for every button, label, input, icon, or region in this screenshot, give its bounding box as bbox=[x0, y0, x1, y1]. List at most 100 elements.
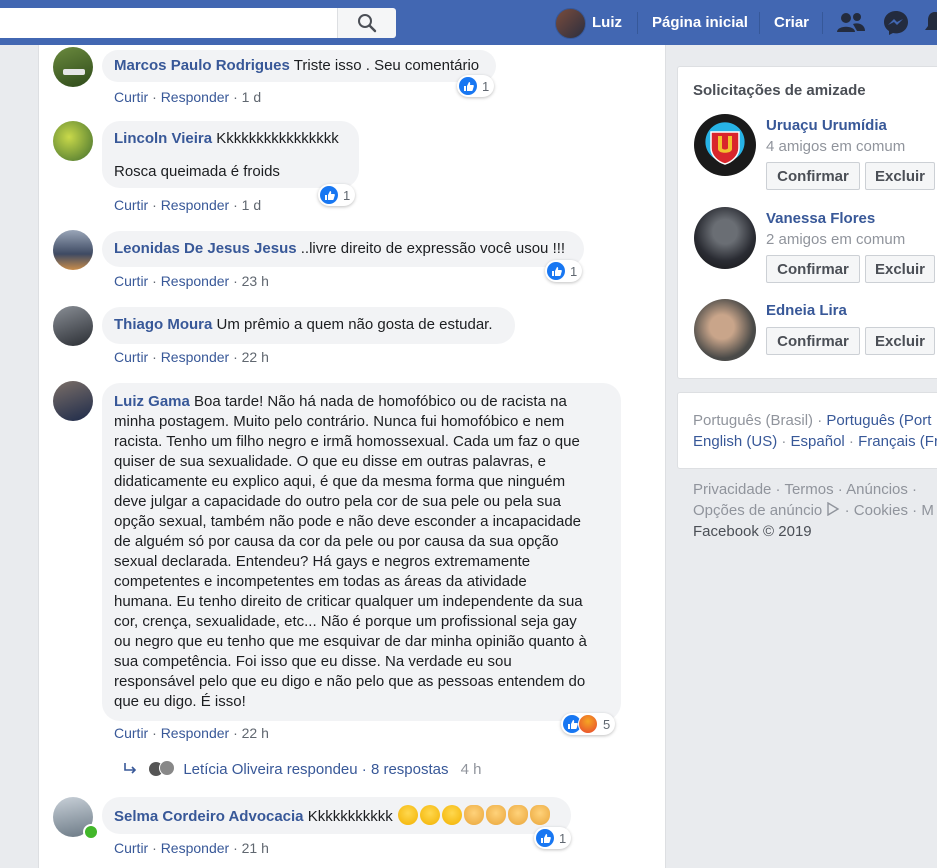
clapping-emoji-icon bbox=[529, 805, 550, 825]
like-link[interactable]: Curtir bbox=[114, 349, 148, 365]
like-reaction-icon bbox=[320, 186, 338, 204]
mutual-friends[interactable]: 4 amigos em comum bbox=[766, 138, 905, 155]
like-link[interactable]: Curtir bbox=[114, 273, 148, 289]
replies-link[interactable]: Letícia Oliveira respondeu · 8 respostas… bbox=[123, 760, 482, 778]
delete-button[interactable]: Excluir bbox=[865, 162, 935, 190]
privacy-link[interactable]: Privacidade bbox=[693, 481, 771, 498]
avatar[interactable] bbox=[53, 230, 93, 270]
comment-text-line: que eu digo. É isso! bbox=[114, 693, 246, 710]
reaction-count[interactable]: 1 bbox=[457, 75, 495, 97]
confirm-button[interactable]: Confirmar bbox=[766, 162, 860, 190]
friend-request-name[interactable]: Edneia Lira bbox=[766, 302, 847, 319]
search-icon bbox=[358, 14, 377, 33]
cookies-link[interactable]: Cookies bbox=[854, 502, 908, 519]
terms-link[interactable]: Termos bbox=[784, 481, 833, 498]
reaction-count[interactable]: 1 bbox=[534, 827, 572, 849]
language-link[interactable]: English (US) bbox=[693, 433, 777, 450]
avatar[interactable] bbox=[694, 299, 756, 361]
grinning-emoji-icon bbox=[419, 805, 440, 825]
reply-link[interactable]: Responder bbox=[161, 725, 230, 741]
create-link[interactable]: Criar bbox=[774, 14, 809, 31]
comment-bubble: Thiago Moura Um prêmio a quem não gosta … bbox=[102, 307, 515, 344]
comment-text-line: quiser de sua sexualidade. O que eu diss… bbox=[114, 453, 546, 470]
comment-author[interactable]: Marcos Paulo Rodrigues bbox=[114, 57, 290, 74]
like-link[interactable]: Curtir bbox=[114, 840, 148, 856]
friends-icon[interactable] bbox=[837, 10, 865, 36]
comment-text-line: didaticamente eu explico aqui, é que da … bbox=[114, 473, 566, 490]
delete-button[interactable]: Excluir bbox=[865, 255, 935, 283]
language-link[interactable]: Français (Fr bbox=[858, 433, 937, 450]
home-link[interactable]: Página inicial bbox=[652, 14, 748, 31]
comment-timestamp[interactable]: 1 d bbox=[242, 197, 261, 213]
copyright: Facebook © 2019 bbox=[693, 523, 812, 540]
comment-text: Kkkkkkkkkkkkkkkk bbox=[216, 130, 339, 147]
friend-request-name[interactable]: Vanessa Flores bbox=[766, 210, 875, 227]
reaction-count[interactable]: 1 bbox=[318, 184, 356, 206]
replies-summary[interactable]: Letícia Oliveira respondeu · 8 respostas bbox=[183, 761, 448, 778]
like-link[interactable]: Curtir bbox=[114, 725, 148, 741]
like-reaction-icon bbox=[459, 77, 477, 95]
reply-link[interactable]: Responder bbox=[161, 89, 230, 105]
comment-timestamp[interactable]: 23 h bbox=[242, 273, 269, 289]
comment-bubble: Selma Cordeiro Advocacia Kkkkkkkkkkk bbox=[102, 797, 571, 834]
reply-arrow-icon bbox=[124, 763, 137, 774]
avatar[interactable] bbox=[694, 114, 756, 176]
messenger-icon[interactable] bbox=[882, 9, 910, 37]
profile-link[interactable] bbox=[555, 7, 586, 39]
avatar bbox=[555, 7, 586, 39]
search-button[interactable] bbox=[337, 8, 396, 38]
comments-feed: Marcos Paulo Rodrigues Triste isso . Seu… bbox=[38, 45, 666, 868]
comment-timestamp[interactable]: 1 d bbox=[242, 89, 261, 105]
ad-choices-link[interactable]: Opções de anúncio bbox=[693, 502, 822, 519]
more-link[interactable]: M bbox=[921, 502, 934, 519]
clapping-emoji-icon bbox=[463, 805, 484, 825]
comment-author[interactable]: Thiago Moura bbox=[114, 316, 212, 333]
avatar[interactable] bbox=[53, 47, 93, 87]
avatar[interactable] bbox=[53, 306, 93, 346]
reply-link[interactable]: Responder bbox=[161, 197, 230, 213]
comment-text-line: racista. Tenho um filho negro e irmã hom… bbox=[114, 433, 580, 450]
profile-name[interactable]: Luiz bbox=[592, 14, 622, 31]
reply-link[interactable]: Responder bbox=[161, 840, 230, 856]
reply-link[interactable]: Responder bbox=[161, 273, 230, 289]
avatar[interactable] bbox=[53, 121, 93, 161]
ads-link[interactable]: Anúncios bbox=[846, 481, 908, 498]
friend-request-name[interactable]: Uruaçu Urumídia bbox=[766, 117, 887, 134]
confirm-button[interactable]: Confirmar bbox=[766, 327, 860, 355]
comment-timestamp[interactable]: 21 h bbox=[242, 840, 269, 856]
reaction-count[interactable]: 5 bbox=[561, 713, 616, 735]
mutual-friends[interactable]: 2 amigos em comum bbox=[766, 231, 905, 248]
search-input[interactable] bbox=[0, 8, 395, 38]
friend-requests-card: Solicitações de amizade Uruaçu Urumídia … bbox=[677, 66, 937, 379]
comment-text-line: sua competência. Foi isso que eu disse. … bbox=[114, 653, 512, 670]
comment-text-line: Boa tarde! Não há nada de homofóbico ou … bbox=[194, 393, 567, 410]
languages-card: Português (Brasil) · Português (Port Eng… bbox=[677, 392, 937, 469]
confirm-button[interactable]: Confirmar bbox=[766, 255, 860, 283]
replies-timestamp: 4 h bbox=[460, 761, 482, 778]
comment-actions: Curtir · Responder · 21 h bbox=[114, 840, 269, 856]
comment-text-line: competentes e incompetentes em todas as … bbox=[114, 573, 527, 590]
comment-timestamp[interactable]: 22 h bbox=[242, 349, 269, 365]
like-reaction-icon bbox=[536, 829, 554, 847]
comment-text: Um prêmio a quem não gosta de estudar. bbox=[216, 316, 493, 333]
comment-author[interactable]: Lincoln Vieira bbox=[114, 130, 212, 147]
language-link[interactable]: Português (Port bbox=[826, 412, 931, 429]
comment-bubble: Luiz Gama Boa tarde! Não há nada de homo… bbox=[102, 383, 621, 721]
comment-actions: Curtir · Responder · 22 h bbox=[114, 725, 269, 741]
comment-text-line: humana. Eu tenho direito de criticar qua… bbox=[114, 593, 583, 610]
comment-author[interactable]: Leonidas De Jesus Jesus bbox=[114, 240, 297, 257]
like-link[interactable]: Curtir bbox=[114, 89, 148, 105]
reaction-count[interactable]: 1 bbox=[545, 260, 583, 282]
reply-link[interactable]: Responder bbox=[161, 349, 230, 365]
comment-author[interactable]: Selma Cordeiro Advocacia bbox=[114, 808, 304, 825]
comment-text-line: minha postagem. Muito pelo contrário. Nu… bbox=[114, 413, 565, 430]
delete-button[interactable]: Excluir bbox=[865, 327, 935, 355]
notifications-icon[interactable] bbox=[925, 9, 937, 37]
like-link[interactable]: Curtir bbox=[114, 197, 148, 213]
avatar[interactable] bbox=[694, 207, 756, 269]
comment-timestamp[interactable]: 22 h bbox=[242, 725, 269, 741]
language-link[interactable]: Español bbox=[791, 433, 845, 450]
comment-author[interactable]: Luiz Gama bbox=[114, 393, 190, 410]
avatar[interactable] bbox=[53, 381, 93, 421]
comment-bubble: Marcos Paulo Rodrigues Triste isso . Seu… bbox=[102, 50, 496, 82]
